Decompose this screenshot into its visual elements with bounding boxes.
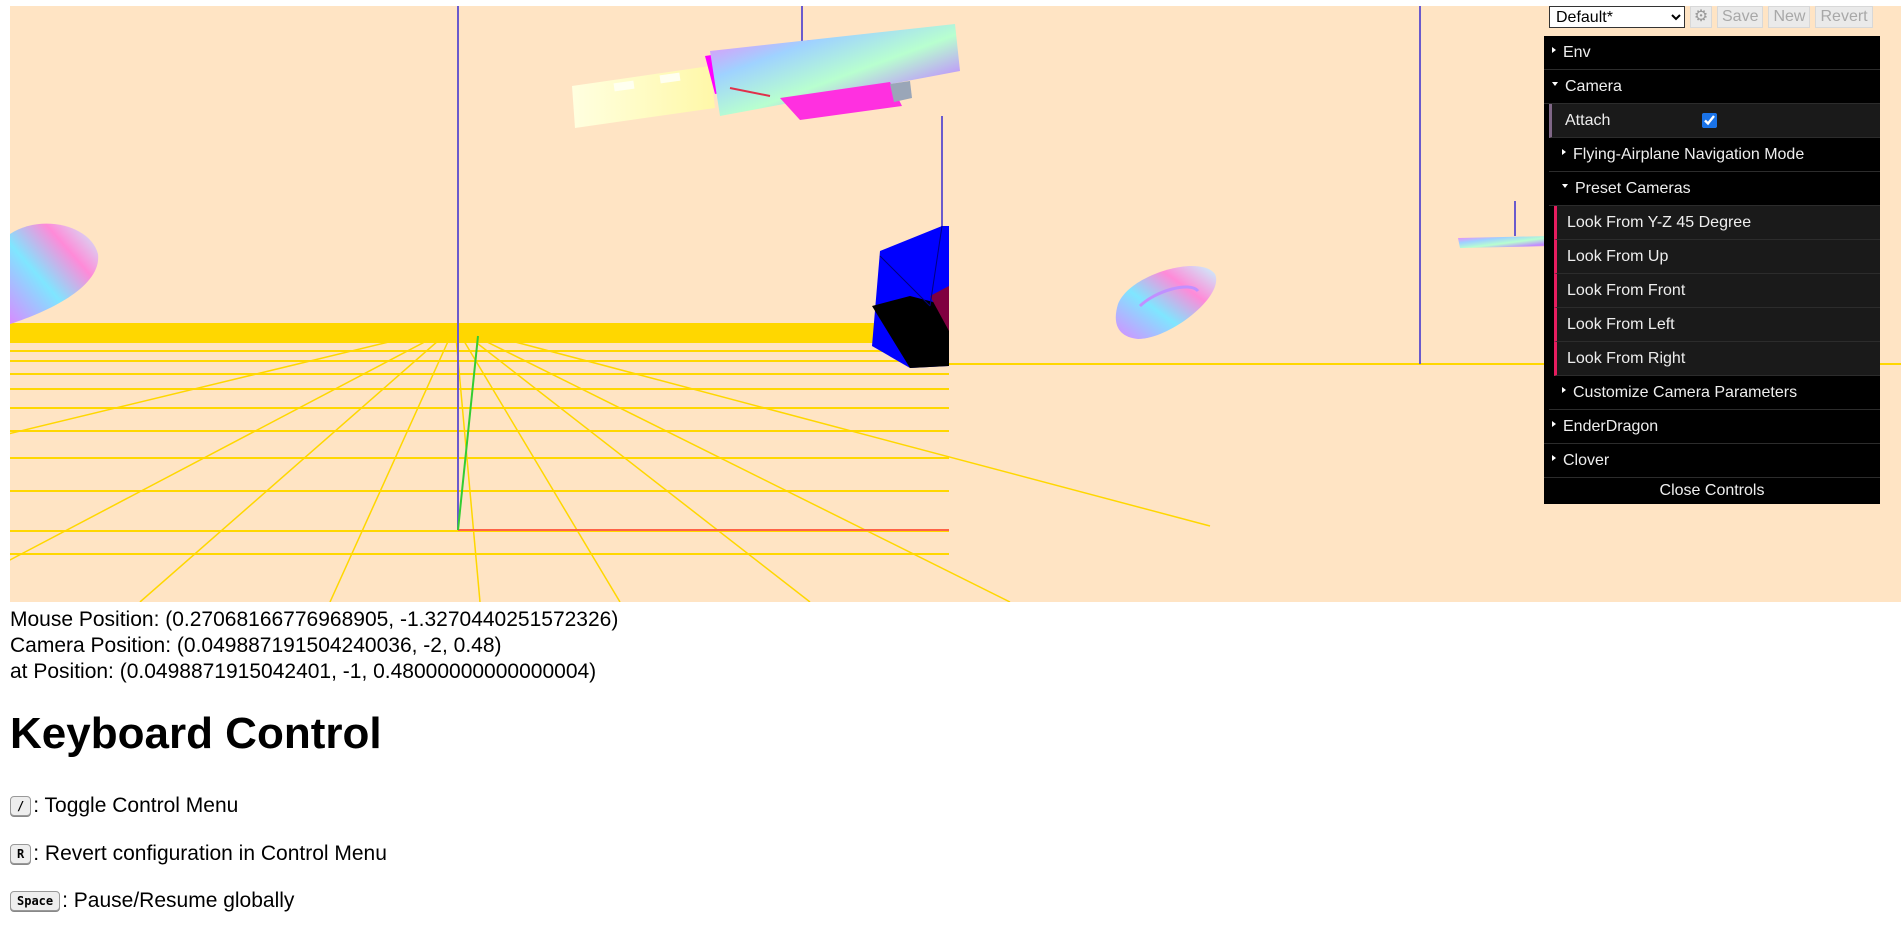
preset-look-from-right[interactable]: Look From Right bbox=[1554, 342, 1880, 376]
revert-button[interactable]: Revert bbox=[1815, 6, 1873, 28]
keyboard-control-heading: Keyboard Control bbox=[10, 709, 382, 758]
preset-label: Look From Up bbox=[1567, 248, 1669, 265]
folder-clover-label: Clover bbox=[1563, 452, 1610, 469]
gear-icon[interactable]: ⚙ bbox=[1690, 6, 1712, 28]
folder-flying-airplane-mode[interactable]: Flying-Airplane Navigation Mode bbox=[1549, 138, 1880, 172]
key-r: R bbox=[10, 844, 32, 864]
folder-camera-label: Camera bbox=[1565, 78, 1622, 95]
caret-right-icon bbox=[1552, 420, 1556, 427]
preset-look-from-left[interactable]: Look From Left bbox=[1554, 308, 1880, 342]
attach-checkbox[interactable] bbox=[1702, 113, 1718, 129]
enderdragon-cube bbox=[872, 225, 949, 368]
folder-camera[interactable]: Camera bbox=[1544, 70, 1880, 104]
folder-clover[interactable]: Clover bbox=[1544, 444, 1880, 478]
keyboard-item-toggle-menu: /: Toggle Control Menu bbox=[10, 792, 238, 820]
keyboard-item-text: : Pause/Resume globally bbox=[62, 889, 295, 912]
attach-control[interactable]: Attach bbox=[1549, 104, 1880, 138]
caret-right-icon bbox=[1562, 386, 1566, 393]
folder-customize-camera[interactable]: Customize Camera Parameters bbox=[1549, 376, 1880, 410]
folder-env-label: Env bbox=[1563, 44, 1591, 61]
gui-preset-bar: Default* ⚙ Save New Revert bbox=[1549, 4, 1876, 30]
keyboard-item-revert: R: Revert configuration in Control Menu bbox=[10, 840, 387, 868]
preset-label: Look From Left bbox=[1567, 316, 1675, 333]
folder-enderdragon-label: EnderDragon bbox=[1563, 418, 1659, 435]
caret-down-icon bbox=[1552, 81, 1558, 86]
mouse-position-readout: Mouse Position: (0.27068166776968905, -1… bbox=[10, 608, 619, 631]
folder-customize-label: Customize Camera Parameters bbox=[1573, 384, 1798, 401]
folder-env[interactable]: Env bbox=[1544, 36, 1880, 70]
new-button[interactable]: New bbox=[1768, 6, 1811, 28]
key-space: Space bbox=[10, 891, 61, 911]
close-controls-button[interactable]: Close Controls bbox=[1544, 478, 1880, 504]
keyboard-item-text: : Toggle Control Menu bbox=[33, 794, 239, 817]
control-panel: Env Camera Attach Flying-Airplane Naviga… bbox=[1544, 36, 1880, 504]
airplane-model bbox=[572, 24, 960, 128]
preset-look-from-up[interactable]: Look From Up bbox=[1554, 240, 1880, 274]
caret-right-icon bbox=[1562, 148, 1566, 155]
folder-preset-cameras-label: Preset Cameras bbox=[1575, 180, 1691, 197]
preset-label: Look From Right bbox=[1567, 350, 1686, 367]
key-slash: / bbox=[10, 796, 32, 816]
caret-right-icon bbox=[1552, 454, 1556, 461]
clover-model-left bbox=[10, 223, 99, 324]
save-button[interactable]: Save bbox=[1717, 6, 1764, 28]
keyboard-item-text: : Revert configuration in Control Menu bbox=[33, 842, 387, 865]
caret-right-icon bbox=[1552, 46, 1556, 53]
keyboard-item-pause: Space: Pause/Resume globally bbox=[10, 887, 294, 915]
caret-down-icon bbox=[1562, 183, 1568, 188]
folder-enderdragon[interactable]: EnderDragon bbox=[1544, 410, 1880, 444]
attach-label: Attach bbox=[1565, 112, 1611, 129]
folder-flying-label: Flying-Airplane Navigation Mode bbox=[1573, 146, 1805, 163]
folder-preset-cameras[interactable]: Preset Cameras bbox=[1549, 172, 1880, 206]
preset-select[interactable]: Default* bbox=[1549, 6, 1685, 28]
preset-label: Look From Y-Z 45 Degree bbox=[1567, 214, 1752, 231]
preset-look-from-yz-45[interactable]: Look From Y-Z 45 Degree bbox=[1554, 206, 1880, 240]
preset-label: Look From Front bbox=[1567, 282, 1686, 299]
preset-look-from-front[interactable]: Look From Front bbox=[1554, 274, 1880, 308]
camera-position-readout: Camera Position: (0.049887191504240036, … bbox=[10, 634, 502, 657]
at-position-readout: at Position: (0.0498871915042401, -1, 0.… bbox=[10, 660, 597, 683]
